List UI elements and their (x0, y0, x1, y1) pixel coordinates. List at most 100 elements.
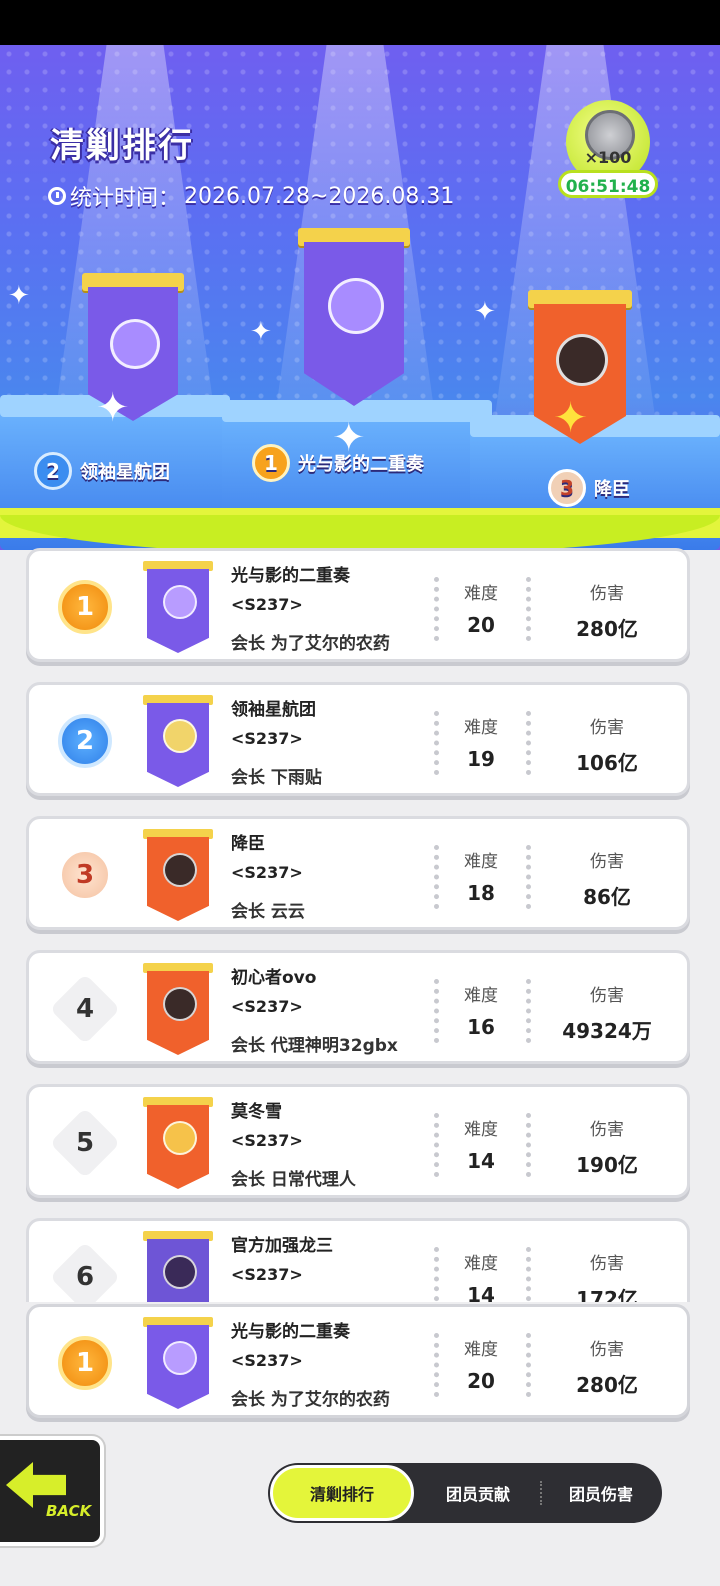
guild-server: <S237> (231, 1351, 303, 1370)
podium-label-first[interactable]: 1 光与影的二重奏 (252, 444, 424, 482)
reward-chest[interactable]: ×100 06:51:48 (558, 100, 658, 200)
dotted-divider (434, 577, 439, 641)
rank-cell: 6 (47, 1239, 123, 1302)
leader-name: 为了艾尔的农药 (270, 634, 390, 654)
rank-cell: 5 (47, 1105, 123, 1181)
rank-medal-bronze-icon: 3 (58, 848, 112, 902)
damage-value: 86亿 (583, 885, 631, 909)
guild-emblem-icon (163, 987, 197, 1021)
difficulty-label: 难度 (464, 986, 498, 1006)
damage-label: 伤害 (590, 584, 624, 604)
rank-medal-icon: 3 (548, 469, 586, 507)
guild-leader: 会长 下雨贴 (231, 763, 322, 788)
guild-emblem-icon (163, 1341, 197, 1375)
stat-label: 统计时间： (70, 186, 181, 211)
guild-name: 降臣 (231, 834, 265, 854)
guild-banner (143, 561, 213, 653)
dotted-divider (526, 1333, 531, 1397)
difficulty-value: 14 (467, 1283, 495, 1302)
guild-banner (143, 829, 213, 921)
sparkle-icon: ✦ (553, 393, 589, 442)
difficulty-label: 难度 (464, 852, 498, 872)
damage-label: 伤害 (590, 1340, 624, 1360)
ranking-row[interactable]: 3 降臣 <S237> 会长 云云 难度 18 伤害 86亿 (26, 816, 690, 930)
reward-count: ×100 (584, 148, 632, 167)
difficulty-value: 20 (467, 1369, 495, 1393)
podium-banner-first (298, 228, 410, 408)
difficulty-label: 难度 (464, 1340, 498, 1360)
damage-label: 伤害 (590, 852, 624, 872)
rank-diamond: 5 (49, 1107, 121, 1179)
guild-emblem-icon (110, 319, 160, 369)
rank-number: 5 (75, 1128, 95, 1158)
guild-name: 莫冬雪 (231, 1102, 282, 1122)
ranking-row[interactable]: 1 光与影的二重奏 <S237> 会长 为了艾尔的农药 难度 20 伤害 280… (26, 548, 690, 662)
damage-value: 49324万 (562, 1019, 652, 1043)
rank-diamond: 6 (49, 1241, 121, 1302)
dotted-divider (434, 711, 439, 775)
rank-cell: 1 (47, 1325, 123, 1401)
rank-cell: 1 (47, 569, 123, 645)
guild-server: <S237> (231, 863, 303, 882)
guild-server: <S237> (231, 595, 303, 614)
dotted-divider (434, 1247, 439, 1302)
dotted-divider (526, 1247, 531, 1302)
ranking-row[interactable]: 6 官方加强龙三 <S237> 会长 难度 14 伤害 172亿 (26, 1218, 690, 1302)
sparkle-icon: ✦ (250, 317, 272, 347)
dotted-divider (526, 845, 531, 909)
difficulty-value: 20 (467, 613, 495, 637)
guild-leader: 会长 云云 (231, 897, 305, 922)
rank-medal-gold-icon: 1 (58, 1336, 112, 1390)
podium-label-second[interactable]: 2 领袖星航团 (34, 452, 170, 490)
damage-label: 伤害 (590, 1254, 624, 1274)
rank-cell: 3 (47, 837, 123, 913)
guild-server: <S237> (231, 1265, 303, 1284)
tab-member-damage[interactable]: 团员伤害 (540, 1463, 662, 1523)
podium-label-third[interactable]: 3 降臣 (548, 469, 630, 507)
tab-member-contribution[interactable]: 团员贡献 (416, 1463, 540, 1523)
guild-leader: 会长 为了艾尔的农药 (231, 629, 390, 654)
tab-clear-ranking[interactable]: 清剿排行 (270, 1465, 414, 1521)
difficulty-value: 14 (467, 1149, 495, 1173)
rank-cell: 2 (47, 703, 123, 779)
rank-diamond: 4 (49, 973, 121, 1045)
damage-value: 172亿 (576, 1287, 638, 1302)
leader-name: 云云 (270, 902, 305, 922)
rank-medal-gold-icon: 1 (58, 580, 112, 634)
my-guild-row[interactable]: 1 光与影的二重奏 <S237> 会长 为了艾尔的农药 难度 20 伤害 280… (26, 1304, 690, 1418)
podium-guild-name: 降臣 (594, 479, 630, 500)
guild-leader: 会长 为了艾尔的农药 (231, 1385, 390, 1410)
page-title: 清剿排行 (50, 126, 194, 166)
damage-value: 106亿 (576, 751, 638, 775)
guild-emblem-icon (328, 278, 384, 334)
clock-icon (48, 187, 66, 205)
guild-emblem-icon (163, 1121, 197, 1155)
ranking-row[interactable]: 2 领袖星航团 <S237> 会长 下雨贴 难度 19 伤害 106亿 (26, 682, 690, 796)
leader-label: 会长 (231, 768, 265, 788)
rank-medal-blue-icon: 2 (58, 714, 112, 768)
difficulty-label: 难度 (464, 1120, 498, 1140)
podium-guild-name: 光与影的二重奏 (298, 454, 424, 475)
ranking-row[interactable]: 4 初心者ovo <S237> 会长 代理神明32gbx 难度 16 伤害 49… (26, 950, 690, 1064)
back-button[interactable]: BACK (0, 1436, 104, 1546)
difficulty-value: 18 (467, 881, 495, 905)
leader-name: 下雨贴 (270, 768, 322, 788)
guild-banner (143, 963, 213, 1055)
damage-label: 伤害 (590, 1120, 624, 1140)
sparkle-icon: ✦ (474, 297, 496, 327)
dotted-divider (526, 979, 531, 1043)
dotted-divider (526, 577, 531, 641)
guild-banner (143, 695, 213, 787)
guild-leader: 会长 日常代理人 (231, 1165, 356, 1190)
guild-banner (143, 1097, 213, 1189)
leader-label: 会长 (231, 1170, 265, 1190)
damage-label: 伤害 (590, 718, 624, 738)
leader-name: 为了艾尔的农药 (270, 1390, 390, 1410)
rank-medal-icon: 2 (34, 452, 72, 490)
leader-label: 会长 (231, 634, 265, 654)
status-bar (0, 0, 720, 45)
difficulty-value: 19 (467, 747, 495, 771)
ranking-row[interactable]: 5 莫冬雪 <S237> 会长 日常代理人 难度 14 伤害 190亿 (26, 1084, 690, 1198)
dotted-divider (434, 1113, 439, 1177)
rank-cell: 4 (47, 971, 123, 1047)
